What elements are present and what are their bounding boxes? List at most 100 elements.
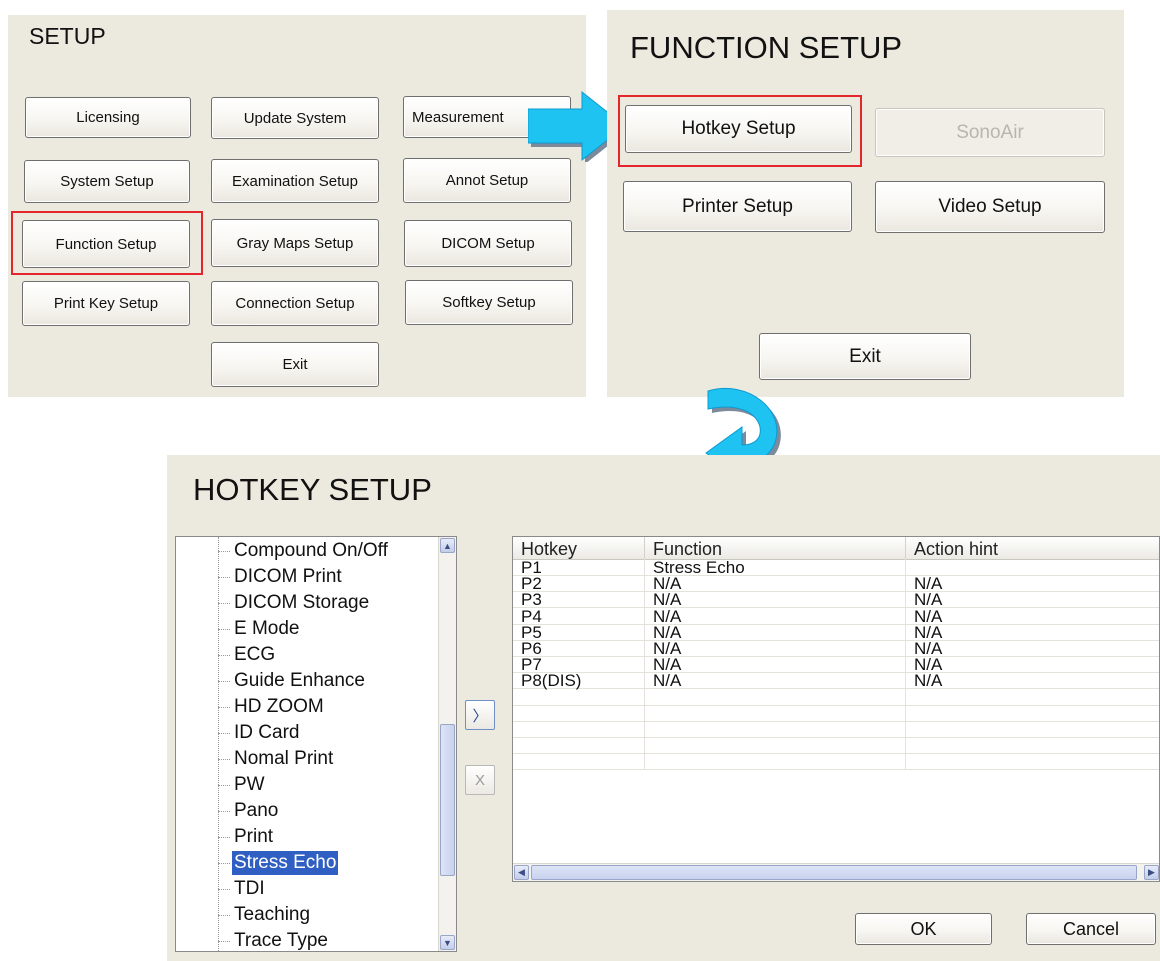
table-horizontal-scrollbar[interactable]: ◀ ▶ xyxy=(513,863,1159,881)
table-cell xyxy=(645,704,906,721)
tree-item[interactable]: TDI xyxy=(232,877,267,901)
add-hotkey-button[interactable]: 〉 xyxy=(465,700,495,730)
cancel-label: Cancel xyxy=(1062,918,1120,939)
table-cell xyxy=(513,721,645,737)
video-setup-button[interactable]: Video Setup xyxy=(875,181,1105,233)
table-row[interactable] xyxy=(513,737,1159,755)
dicom-setup-button[interactable]: DICOM Setup xyxy=(404,220,572,267)
table-cell: P4 xyxy=(513,607,645,625)
table-row[interactable]: P3 N/A N/A xyxy=(513,590,1159,610)
gray-maps-setup-button[interactable]: Gray Maps Setup xyxy=(211,219,379,267)
hotkey-table[interactable]: Hotkey Function Action hint P1 Stress Ech… xyxy=(512,536,1160,882)
tree-connector xyxy=(218,577,230,578)
tree-connector xyxy=(218,681,230,682)
examination-setup-label: Examination Setup xyxy=(232,172,358,190)
table-cell: P5 xyxy=(513,623,645,641)
system-setup-button[interactable]: System Setup xyxy=(24,160,190,203)
tree-item[interactable]: E Mode xyxy=(232,617,301,641)
scroll-up-icon[interactable]: ▲ xyxy=(440,538,455,553)
tree-vertical-scrollbar[interactable]: ▲ ▼ xyxy=(438,537,456,951)
scroll-left-icon[interactable]: ◀ xyxy=(514,865,529,880)
tree-item[interactable]: Teaching xyxy=(232,903,312,927)
table-cell xyxy=(513,704,645,721)
add-hotkey-label: 〉 xyxy=(472,707,488,725)
table-row[interactable] xyxy=(513,721,1159,738)
tree-item[interactable]: DICOM Print xyxy=(232,565,344,589)
table-cell: N/A xyxy=(645,575,906,592)
table-row[interactable]: P6 N/A N/A xyxy=(513,640,1159,657)
ok-button[interactable]: OK xyxy=(855,913,992,945)
tree-item[interactable]: Print xyxy=(232,825,275,849)
column-header-function[interactable]: Function xyxy=(645,537,906,559)
tree-item[interactable]: Pano xyxy=(232,799,280,823)
tree-item[interactable]: ID Card xyxy=(232,721,301,745)
tree-connector xyxy=(218,915,230,916)
tree-item[interactable]: ECG xyxy=(232,643,277,667)
table-row[interactable]: P8(DIS) N/A N/A xyxy=(513,671,1159,691)
print-key-setup-button[interactable]: Print Key Setup xyxy=(22,281,190,326)
printer-setup-button[interactable]: Printer Setup xyxy=(623,181,852,232)
table-cell xyxy=(645,721,906,737)
tree-scroll-thumb[interactable] xyxy=(440,724,455,876)
tree-connector xyxy=(218,811,230,812)
table-row[interactable] xyxy=(513,688,1159,706)
tree-item[interactable]: Stress Echo xyxy=(232,851,339,875)
table-cell xyxy=(645,688,906,705)
table-cell: Stress Echo xyxy=(645,559,906,576)
tree-connector xyxy=(218,941,230,942)
table-cell xyxy=(645,753,906,770)
table-row[interactable]: P2 N/A N/A xyxy=(513,575,1159,593)
softkey-setup-button[interactable]: Softkey Setup xyxy=(405,280,573,325)
setup-title: SETUP xyxy=(29,23,106,49)
hotkey-setup-highlight xyxy=(618,95,862,167)
setup-exit-button[interactable]: Exit xyxy=(211,342,379,387)
table-cell xyxy=(906,559,1159,575)
tree-item[interactable]: Guide Enhance xyxy=(232,669,367,693)
table-scroll-thumb[interactable] xyxy=(531,865,1137,880)
scroll-right-icon[interactable]: ▶ xyxy=(1144,865,1159,880)
column-header-action-hint[interactable]: Action hint xyxy=(906,537,1159,559)
tree-item[interactable]: HD ZOOM xyxy=(232,695,326,719)
table-cell xyxy=(906,721,1159,737)
table-cell xyxy=(906,689,1159,705)
tree-item[interactable]: DICOM Storage xyxy=(232,591,371,615)
licensing-button[interactable]: Licensing xyxy=(25,97,191,138)
table-cell: N/A xyxy=(914,590,943,610)
table-row[interactable] xyxy=(513,704,1159,722)
tree-item[interactable]: Compound On/Off xyxy=(232,539,390,563)
connection-setup-button[interactable]: Connection Setup xyxy=(211,281,379,326)
sonoair-label: SonoAir xyxy=(956,121,1024,143)
table-header: Hotkey Function Action hint xyxy=(513,537,1159,560)
function-exit-button[interactable]: Exit xyxy=(759,333,971,380)
table-row[interactable] xyxy=(513,753,1159,771)
remove-hotkey-button[interactable]: X xyxy=(465,765,495,795)
tree-connector xyxy=(218,551,230,552)
annot-setup-button[interactable]: Annot Setup xyxy=(403,158,571,203)
table-row[interactable]: P5 N/A N/A xyxy=(513,623,1159,641)
cancel-button[interactable]: Cancel xyxy=(1026,913,1156,945)
printer-setup-label: Printer Setup xyxy=(682,195,793,217)
table-row[interactable]: P7 N/A N/A xyxy=(513,655,1159,675)
video-setup-label: Video Setup xyxy=(938,196,1042,217)
table-cell xyxy=(645,737,906,754)
update-system-label: Update System xyxy=(243,109,347,127)
function-tree-list[interactable]: Compound On/Off DICOM Print DICOM Storage E… xyxy=(175,536,457,952)
softkey-setup-label: Softkey Setup xyxy=(442,294,536,311)
tree-connector xyxy=(218,707,230,708)
connection-setup-label: Connection Setup xyxy=(235,295,355,312)
tree-item[interactable]: PW xyxy=(232,773,267,797)
table-cell: N/A xyxy=(914,655,943,675)
examination-setup-button[interactable]: Examination Setup xyxy=(211,159,379,203)
tree-item[interactable]: Nomal Print xyxy=(232,747,335,771)
function-setup-highlight xyxy=(11,211,203,275)
scroll-down-icon[interactable]: ▼ xyxy=(440,935,455,950)
setup-panel: SETUP Licensing Update System Measuremen… xyxy=(8,15,586,397)
table-row[interactable]: P4 N/A N/A xyxy=(513,607,1159,625)
table-cell: N/A xyxy=(914,671,943,691)
tree-item[interactable]: Trace Type xyxy=(232,929,330,951)
table-cell: N/A xyxy=(914,639,943,658)
update-system-button[interactable]: Update System xyxy=(211,97,379,139)
table-row[interactable]: P1 Stress Echo xyxy=(513,559,1159,576)
column-header-hotkey[interactable]: Hotkey xyxy=(513,537,645,559)
tree-connector xyxy=(218,655,230,656)
